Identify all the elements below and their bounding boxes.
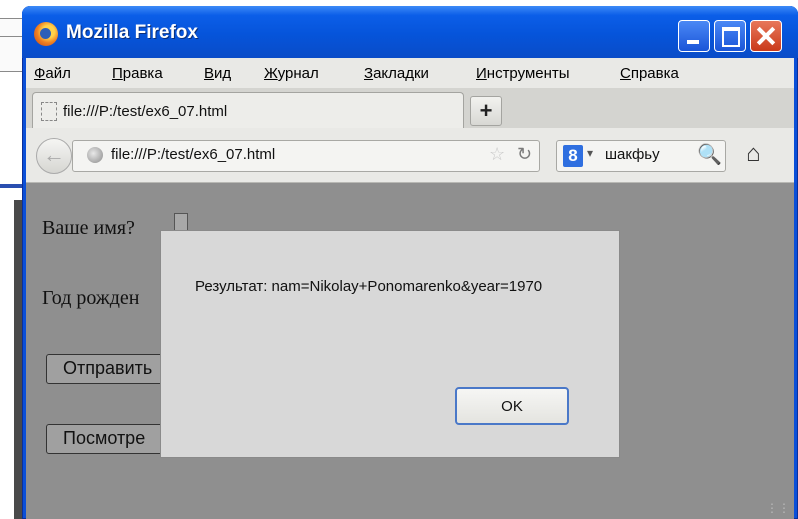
close-button[interactable] bbox=[750, 20, 782, 52]
tab-label: file:///P:/test/ex6_07.html bbox=[63, 103, 228, 120]
menu-edit[interactable]: Правка bbox=[112, 65, 163, 82]
address-bar[interactable]: file:///P:/test/ex6_07.html ☆ ↻ bbox=[72, 140, 540, 172]
menu-bar: Файл Правка Вид Журнал Закладки Инструме… bbox=[26, 58, 794, 88]
dialog-message: Результат: nam=Nikolay+Ponomarenko&year=… bbox=[195, 278, 543, 295]
title-bar[interactable]: Mozilla Firefox bbox=[22, 6, 798, 58]
reload-icon[interactable]: ↻ bbox=[517, 144, 532, 165]
search-input[interactable]: шакфьу bbox=[605, 146, 660, 163]
minimize-button[interactable] bbox=[678, 20, 710, 52]
search-engine-icon[interactable]: 8 bbox=[563, 145, 583, 167]
menu-bookmarks[interactable]: Закладки bbox=[364, 65, 429, 82]
firefox-logo-icon[interactable] bbox=[34, 22, 58, 46]
menu-view[interactable]: Вид bbox=[204, 65, 231, 82]
alert-dialog: Результат: nam=Nikolay+Ponomarenko&year=… bbox=[160, 230, 620, 458]
home-icon[interactable]: ⌂ bbox=[746, 140, 761, 168]
window-title: Mozilla Firefox bbox=[66, 22, 198, 43]
year-label: Год рожден bbox=[42, 287, 140, 309]
back-button[interactable]: ← bbox=[36, 138, 72, 174]
back-arrow-icon: ← bbox=[43, 142, 65, 167]
search-box[interactable]: 8 ▾ шакфьу 🔍 bbox=[556, 140, 726, 172]
search-engine-dropdown-icon[interactable]: ▾ bbox=[587, 146, 593, 160]
site-identity-icon[interactable] bbox=[87, 147, 103, 163]
bookmark-star-icon[interactable]: ☆ bbox=[489, 144, 505, 165]
tab-active[interactable]: file:///P:/test/ex6_07.html bbox=[32, 92, 464, 129]
address-text[interactable]: file:///P:/test/ex6_07.html bbox=[111, 146, 275, 163]
name-label: Ваше имя? bbox=[42, 217, 135, 239]
menu-tools[interactable]: Инструменты bbox=[476, 65, 570, 82]
resize-grip-icon[interactable]: ⋮⋮ bbox=[766, 501, 790, 515]
navigation-bar: ← file:///P:/test/ex6_07.html ☆ ↻ 8 ▾ ша… bbox=[26, 128, 794, 183]
menu-help[interactable]: Справка bbox=[620, 65, 679, 82]
menu-file[interactable]: Файл bbox=[34, 65, 71, 82]
new-tab-button[interactable]: + bbox=[470, 96, 502, 126]
search-icon[interactable]: 🔍 bbox=[697, 142, 722, 167]
page-favicon-icon bbox=[41, 102, 57, 121]
maximize-button[interactable] bbox=[714, 20, 746, 52]
ok-button[interactable]: OK bbox=[455, 387, 569, 425]
tab-strip: file:///P:/test/ex6_07.html + bbox=[26, 88, 794, 129]
menu-history[interactable]: Журнал bbox=[264, 65, 319, 82]
